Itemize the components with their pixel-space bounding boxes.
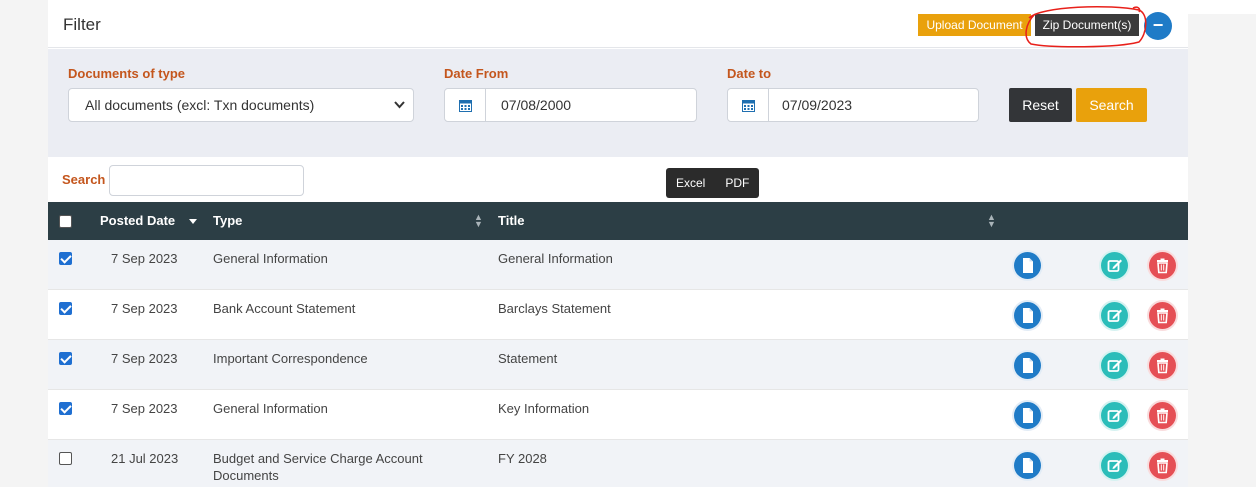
trash-icon[interactable] xyxy=(1149,302,1176,329)
collapse-filter-button[interactable]: − xyxy=(1144,12,1172,40)
trash-icon[interactable] xyxy=(1149,252,1176,279)
date-from-input[interactable]: 07/08/2000 xyxy=(444,88,697,122)
column-posted-date[interactable]: Posted Date xyxy=(100,202,175,240)
column-type[interactable]: Type xyxy=(213,202,242,240)
document-icon[interactable] xyxy=(1014,252,1041,279)
documents-of-type-label: Documents of type xyxy=(68,66,186,81)
document-icon[interactable] xyxy=(1014,302,1041,329)
row-type: Budget and Service Charge Account Docume… xyxy=(213,451,423,483)
export-pdf-button[interactable]: PDF xyxy=(715,168,759,198)
row-title: Statement xyxy=(498,351,558,366)
table-row: 7 Sep 2023 General Information General Inf… xyxy=(48,240,1188,290)
row-checkbox[interactable] xyxy=(59,452,72,465)
select-all-checkbox[interactable] xyxy=(59,215,72,228)
row-title: FY 2028 xyxy=(498,451,547,466)
upload-document-button[interactable]: Upload Document xyxy=(918,14,1031,36)
row-posted-date: 7 Sep 2023 xyxy=(111,401,178,416)
sort-desc-icon[interactable] xyxy=(189,219,197,224)
row-type: Important Correspondence xyxy=(213,351,368,366)
row-checkbox[interactable] xyxy=(59,402,72,415)
export-excel-button[interactable]: Excel xyxy=(666,168,715,198)
table-row: 21 Jul 2023 Budget and Service Charge Acc… xyxy=(48,440,1188,487)
export-buttons: Excel PDF xyxy=(666,168,760,198)
edit-icon[interactable] xyxy=(1101,352,1128,379)
edit-icon[interactable] xyxy=(1101,302,1128,329)
table-row: 7 Sep 2023 General Information Key Informa… xyxy=(48,390,1188,440)
row-type: General Information xyxy=(213,401,328,416)
table-row: 7 Sep 2023 Bank Account Statement Barclays… xyxy=(48,290,1188,340)
date-from-value: 07/08/2000 xyxy=(501,97,572,113)
filter-title: Filter xyxy=(63,15,101,34)
date-to-input[interactable]: 07/09/2023 xyxy=(727,88,979,122)
column-title[interactable]: Title xyxy=(498,202,525,240)
row-type: General Information xyxy=(213,251,328,266)
edit-icon[interactable] xyxy=(1101,402,1128,429)
trash-icon[interactable] xyxy=(1149,352,1176,379)
documents-panel: Filter Upload Document Zip Document(s) −… xyxy=(48,0,1188,487)
table-row: 7 Sep 2023 Important Correspondence Statem… xyxy=(48,340,1188,390)
date-to-value: 07/09/2023 xyxy=(782,97,853,113)
document-icon[interactable] xyxy=(1014,352,1041,379)
row-posted-date: 21 Jul 2023 xyxy=(111,451,179,466)
documents-of-type-value: All documents (excl: Txn documents) xyxy=(85,97,315,113)
table-search-input[interactable] xyxy=(109,165,304,196)
row-title: General Information xyxy=(498,251,613,266)
row-title: Key Information xyxy=(498,401,590,416)
table-header: Posted Date Type ▲ ▼ Title ▲ ▼ xyxy=(48,202,1188,240)
row-posted-date: 7 Sep 2023 xyxy=(111,301,178,316)
calendar-icon[interactable] xyxy=(728,89,769,121)
table-search-label: Search xyxy=(62,172,106,187)
row-title: Barclays Statement xyxy=(498,301,611,316)
sort-icon[interactable]: ▲ ▼ xyxy=(474,213,483,229)
sort-icon[interactable]: ▲ ▼ xyxy=(987,213,996,229)
zip-documents-button[interactable]: Zip Document(s) xyxy=(1035,14,1139,36)
row-checkbox[interactable] xyxy=(59,252,72,265)
date-to-label: Date to xyxy=(727,66,772,81)
filter-body: Documents of type All documents (excl: T… xyxy=(48,49,1188,157)
search-button[interactable]: Search xyxy=(1076,88,1147,122)
row-type: Bank Account Statement xyxy=(213,301,356,316)
chevron-down-icon xyxy=(394,89,405,134)
document-icon[interactable] xyxy=(1014,402,1041,429)
filter-header: Filter Upload Document Zip Document(s) − xyxy=(48,0,1188,48)
edit-icon[interactable] xyxy=(1101,252,1128,279)
documents-table: Posted Date Type ▲ ▼ Title ▲ ▼ 7 Sep 2023 G… xyxy=(48,202,1188,487)
trash-icon[interactable] xyxy=(1149,452,1176,479)
trash-icon[interactable] xyxy=(1149,402,1176,429)
top-strip xyxy=(1188,0,1256,14)
table-body: 7 Sep 2023 General Information General Inf… xyxy=(48,240,1188,487)
minus-icon: − xyxy=(1152,15,1164,35)
row-checkbox[interactable] xyxy=(59,352,72,365)
row-checkbox[interactable] xyxy=(59,302,72,315)
edit-icon[interactable] xyxy=(1101,452,1128,479)
row-posted-date: 7 Sep 2023 xyxy=(111,251,178,266)
reset-button[interactable]: Reset xyxy=(1009,88,1072,122)
row-posted-date: 7 Sep 2023 xyxy=(111,351,178,366)
documents-of-type-select[interactable]: All documents (excl: Txn documents) xyxy=(68,88,414,122)
calendar-icon[interactable] xyxy=(445,89,486,121)
document-icon[interactable] xyxy=(1014,452,1041,479)
date-from-label: Date From xyxy=(444,66,509,81)
